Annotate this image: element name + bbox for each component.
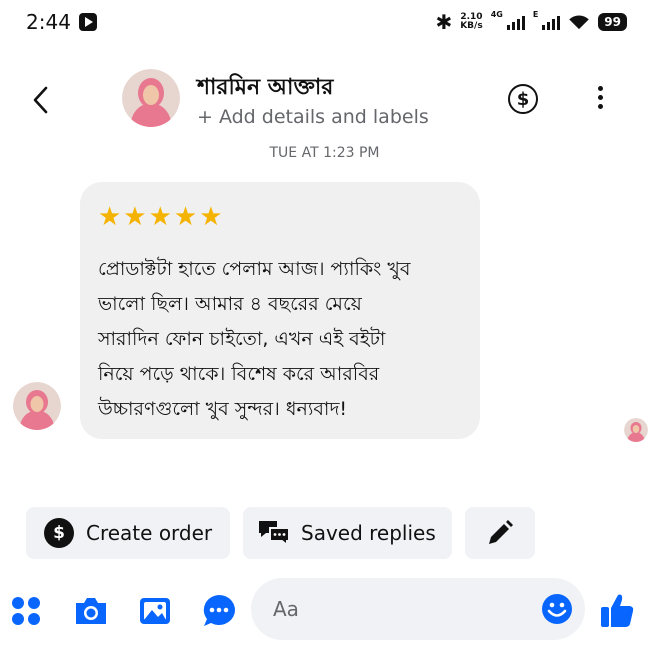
status-bar: 2:44 ✱ 2.10 KB/s 4G E 99 — [0, 0, 649, 46]
message-line: সারাদিন ফোন চাইতো, এখন এই বইটা — [98, 328, 386, 350]
status-icons: ✱ 2.10 KB/s 4G E 99 — [435, 10, 627, 34]
more-options-button[interactable] — [594, 86, 606, 114]
chevron-left-icon — [33, 86, 48, 114]
signal-icon — [506, 14, 525, 30]
more-vertical-icon — [597, 86, 603, 91]
wifi-icon — [569, 15, 590, 30]
network-type-label-2: E — [532, 10, 539, 19]
add-details-link[interactable]: + Add details and labels — [197, 106, 429, 128]
bluetooth-icon: ✱ — [435, 10, 453, 34]
dollar-circle-icon: $ — [44, 518, 74, 548]
saved-replies-button[interactable]: Saved replies — [243, 507, 452, 559]
network-speed-unit: KB/s — [460, 21, 483, 31]
pencil-icon — [489, 520, 513, 544]
saved-replies-icon — [259, 521, 290, 548]
message-line: ভালো ছিল। আমার ৪ বছরের মেয়ে — [98, 293, 362, 315]
create-order-label: Create order — [86, 521, 213, 545]
status-time: 2:44 — [26, 10, 71, 34]
chat-bubble-icon[interactable] — [201, 593, 237, 629]
signal-icon-2 — [542, 14, 561, 30]
create-order-button[interactable]: $ Create order — [26, 507, 230, 559]
message-line: উচ্চারণগুলো খুব সুন্দর। ধন্যবাদ! — [98, 398, 348, 420]
message-line: নিয়ে পড়ে থাকে। বিশেষ করে আরবির — [98, 363, 380, 385]
chat-header: শারমিন আক্তার + Add details and labels $ — [0, 60, 649, 140]
message-input-placeholder: Aa — [273, 597, 299, 621]
message-line: প্রোডাক্টটা হাতে পেলাম আজ। প্যাকিং খুব — [98, 258, 411, 280]
thumbs-up-icon[interactable] — [599, 591, 635, 629]
saved-replies-label: Saved replies — [301, 521, 436, 545]
message-input[interactable]: Aa — [251, 578, 585, 640]
battery-indicator: 99 — [598, 13, 627, 31]
contact-avatar[interactable] — [122, 69, 180, 127]
star-rating: ★★★★★ — [98, 202, 225, 232]
youtube-notification-icon — [79, 13, 97, 31]
payment-button[interactable]: $ — [508, 84, 538, 114]
image-icon[interactable] — [138, 595, 172, 627]
message-composer: Aa — [0, 575, 649, 649]
emoji-icon[interactable] — [541, 593, 573, 625]
seen-indicator-avatar — [624, 418, 648, 442]
contact-name[interactable]: শারমিন আক্তার — [197, 70, 333, 107]
apps-icon[interactable] — [10, 595, 42, 627]
sender-avatar[interactable] — [13, 382, 61, 430]
camera-icon[interactable] — [73, 595, 109, 627]
message-bubble[interactable]: ★★★★★ প্রোডাক্টটা হাতে পেলাম আজ। প্যাকিং… — [80, 182, 480, 439]
message-timestamp: TUE AT 1:23 PM — [269, 145, 380, 161]
edit-button[interactable] — [465, 507, 535, 559]
network-type-label: 4G — [490, 10, 503, 19]
dollar-circle-icon: $ — [516, 88, 530, 110]
back-button[interactable] — [28, 82, 54, 118]
network-speed: 2.10 KB/s — [460, 13, 482, 31]
